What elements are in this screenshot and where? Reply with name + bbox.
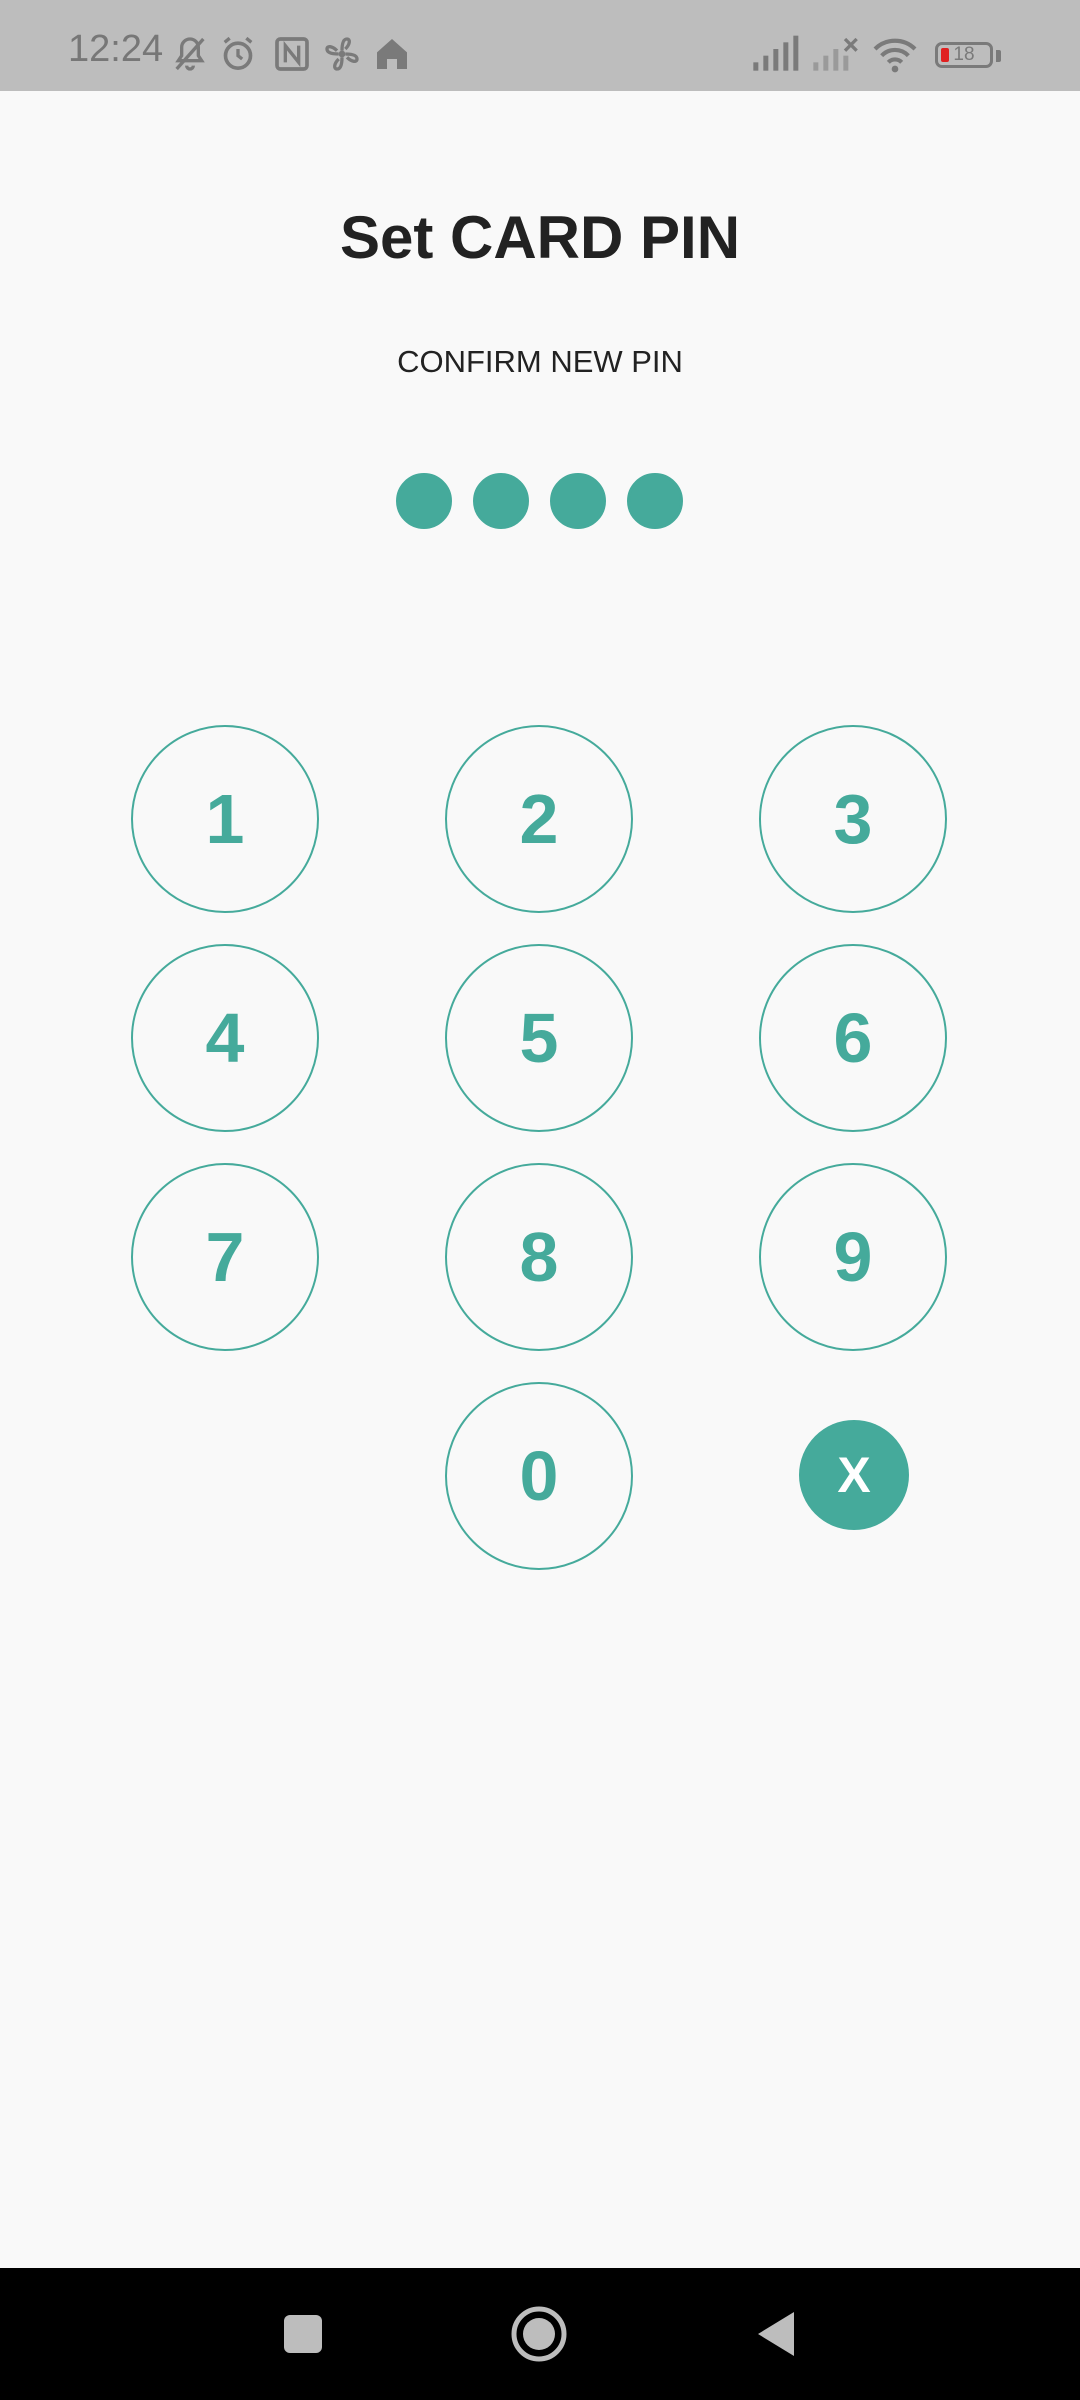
keypad-key-1[interactable]: 1 [131, 725, 319, 913]
battery-tip [996, 50, 1001, 62]
wifi-icon [872, 34, 918, 74]
keypad-key-3[interactable]: 3 [759, 725, 947, 913]
page-title: Set CARD PIN [339, 204, 741, 271]
recents-button[interactable] [267, 2298, 339, 2370]
pin-dot [396, 473, 452, 529]
battery-level-text: 18 [953, 44, 975, 65]
battery-icon: 18 [935, 42, 993, 68]
pin-indicator [396, 473, 684, 529]
status-bar: 12:24 18 [0, 0, 1080, 91]
delete-button[interactable]: X [799, 1420, 909, 1530]
pin-dot [473, 473, 529, 529]
fan-icon [322, 34, 362, 74]
keypad-key-4[interactable]: 4 [131, 944, 319, 1132]
back-icon [758, 2312, 794, 2356]
signal-no-service-icon [810, 34, 860, 74]
mute-icon [170, 34, 210, 74]
home-icon [372, 34, 412, 74]
page-subtitle: CONFIRM NEW PIN [397, 344, 683, 379]
keypad-key-9[interactable]: 9 [759, 1163, 947, 1351]
alarm-icon [218, 34, 258, 74]
keypad-key-8[interactable]: 8 [445, 1163, 633, 1351]
recents-icon [284, 2315, 322, 2353]
pin-dot [550, 473, 606, 529]
navigation-bar [0, 2268, 1080, 2400]
keypad-key-7[interactable]: 7 [131, 1163, 319, 1351]
keypad-key-6[interactable]: 6 [759, 944, 947, 1132]
back-button[interactable] [740, 2298, 812, 2370]
status-time: 12:24 [68, 28, 164, 70]
keypad-key-0[interactable]: 0 [445, 1382, 633, 1570]
pin-dot [627, 473, 683, 529]
nfc-icon [272, 34, 312, 74]
keypad-key-2[interactable]: 2 [445, 725, 633, 913]
home-icon [511, 2306, 567, 2362]
keypad-key-5[interactable]: 5 [445, 944, 633, 1132]
pin-setup-screen: 12:24 18 Set CARD PIN CONFIRM NEW PIN 1 … [0, 0, 1080, 2400]
home-button[interactable] [503, 2298, 575, 2370]
signal-icon [750, 34, 800, 74]
